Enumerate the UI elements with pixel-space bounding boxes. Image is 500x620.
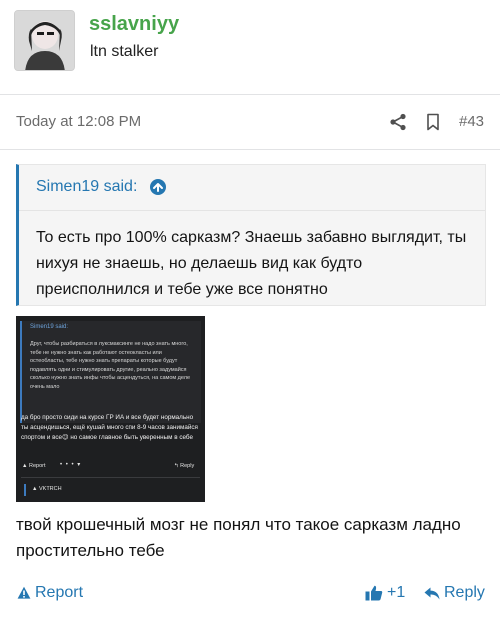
screenshot-reply: ↰ Reply [174,463,195,469]
post-message: твой крошечный мозг не понял что такое с… [16,515,461,560]
quote-block: Simen19 said: То есть про 100% сарказм? … [16,164,486,306]
screenshot-report-label: Report [28,463,46,469]
screenshot-report: ▲ Report [22,463,46,469]
screenshot-reaction-name: VKTRCH [38,486,62,492]
quote-text: То есть про 100% сарказм? Знаешь забавно… [36,229,467,298]
share-icon[interactable] [389,113,407,131]
like-count: +1 [387,584,406,601]
username[interactable]: sslavniyy [89,13,179,36]
post-date[interactable]: Today at 12:08 PM [16,113,141,130]
report-label: Report [35,584,84,601]
quote-author[interactable]: Simen19 said: [36,178,137,196]
quote-header: Simen19 said: [19,165,485,211]
screenshot-quote: Simen19 said: Друг, чтобы разбираться в … [20,321,201,423]
report-button[interactable]: Report [17,584,83,602]
arrow-up-circle-icon[interactable] [149,178,167,196]
screenshot-reaction: ▲ VKTRCH [24,484,200,496]
reply-label: Reply [444,584,485,601]
screenshot-quote-author: Simen19 said: [30,324,69,330]
post-meta: Today at 12:08 PM #43 [0,95,500,150]
warning-icon [17,586,31,599]
screenshot-reaction-label: ▲ VKTRCH [32,486,62,492]
avatar[interactable] [14,10,75,71]
screenshot-divider [21,477,200,478]
reply-button[interactable]: Reply [424,584,485,602]
attached-screenshot[interactable]: Simen19 said: Друг, чтобы разбираться в … [16,316,205,502]
screenshot-reply-label: Reply [180,463,195,469]
user-header: sslavniyy ltn stalker [0,0,500,95]
screenshot-quote-text: Друг, чтобы разбираться в луксмаксинге н… [30,341,191,390]
bookmark-icon[interactable] [425,113,441,131]
thumbs-up-icon [365,585,383,601]
screenshot-text: да бро просто сиди на курсе ГР ИА и все … [21,414,198,441]
user-title: ltn stalker [90,43,159,60]
reply-arrow-icon [424,587,440,599]
post-number[interactable]: #43 [459,113,484,130]
like-button[interactable]: +1 [365,584,405,602]
avatar-image-icon [15,11,74,70]
screenshot-dots: • • • ▾ [60,462,82,468]
